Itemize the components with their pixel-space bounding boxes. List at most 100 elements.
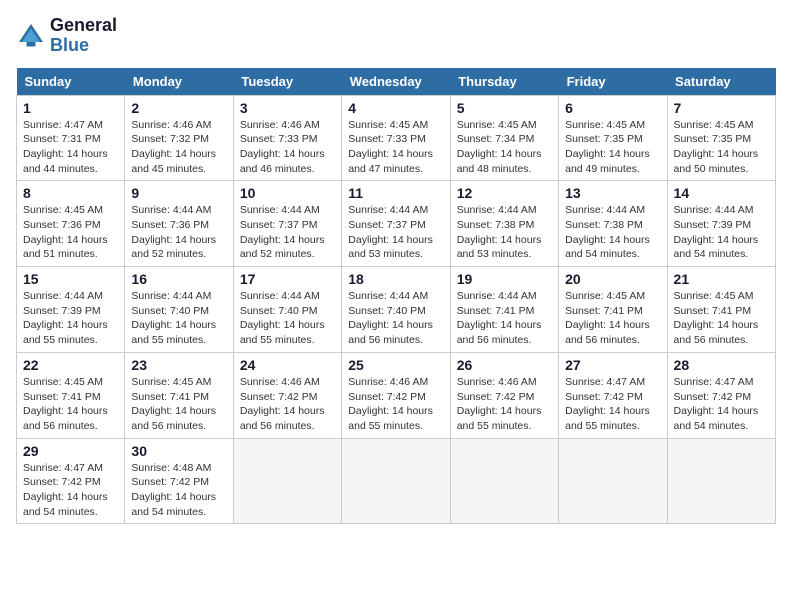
day-info: Sunrise: 4:44 AM Sunset: 7:38 PM Dayligh… (565, 203, 660, 262)
day-info: Sunrise: 4:44 AM Sunset: 7:38 PM Dayligh… (457, 203, 552, 262)
day-info: Sunrise: 4:44 AM Sunset: 7:40 PM Dayligh… (240, 289, 335, 348)
weekday-header-sunday: Sunday (17, 68, 125, 96)
day-info: Sunrise: 4:46 AM Sunset: 7:42 PM Dayligh… (240, 375, 335, 434)
day-number: 4 (348, 100, 443, 116)
day-info: Sunrise: 4:46 AM Sunset: 7:42 PM Dayligh… (457, 375, 552, 434)
day-number: 23 (131, 357, 226, 373)
logo-line2: Blue (50, 36, 117, 56)
calendar-cell: 6 Sunrise: 4:45 AM Sunset: 7:35 PM Daylig… (559, 95, 667, 181)
day-number: 11 (348, 185, 443, 201)
day-info: Sunrise: 4:46 AM Sunset: 7:33 PM Dayligh… (240, 118, 335, 177)
calendar-cell: 16 Sunrise: 4:44 AM Sunset: 7:40 PM Dayli… (125, 267, 233, 353)
day-info: Sunrise: 4:47 AM Sunset: 7:42 PM Dayligh… (23, 461, 118, 520)
day-info: Sunrise: 4:44 AM Sunset: 7:36 PM Dayligh… (131, 203, 226, 262)
day-number: 1 (23, 100, 118, 116)
day-number: 10 (240, 185, 335, 201)
day-info: Sunrise: 4:46 AM Sunset: 7:42 PM Dayligh… (348, 375, 443, 434)
calendar-week-2: 8Sunrise: 4:45 AM Sunset: 7:36 PM Daylig… (17, 181, 776, 267)
day-number: 6 (565, 100, 660, 116)
day-number: 28 (674, 357, 769, 373)
calendar-cell: 25 Sunrise: 4:46 AM Sunset: 7:42 PM Dayli… (342, 352, 450, 438)
day-number: 30 (131, 443, 226, 459)
calendar-table: SundayMondayTuesdayWednesdayThursdayFrid… (16, 68, 776, 525)
day-number: 20 (565, 271, 660, 287)
logo-line1: General (50, 16, 117, 36)
calendar-cell: 2Sunrise: 4:46 AM Sunset: 7:32 PM Daylig… (125, 95, 233, 181)
calendar-cell: 19 Sunrise: 4:44 AM Sunset: 7:41 PM Dayli… (450, 267, 558, 353)
calendar-cell: 22Sunrise: 4:45 AM Sunset: 7:41 PM Dayli… (17, 352, 125, 438)
weekday-header-wednesday: Wednesday (342, 68, 450, 96)
day-number: 21 (674, 271, 769, 287)
calendar-cell: 27 Sunrise: 4:47 AM Sunset: 7:42 PM Dayli… (559, 352, 667, 438)
calendar-cell (559, 438, 667, 524)
day-info: Sunrise: 4:45 AM Sunset: 7:34 PM Dayligh… (457, 118, 552, 177)
day-info: Sunrise: 4:44 AM Sunset: 7:40 PM Dayligh… (131, 289, 226, 348)
day-info: Sunrise: 4:44 AM Sunset: 7:40 PM Dayligh… (348, 289, 443, 348)
calendar-cell: 20 Sunrise: 4:45 AM Sunset: 7:41 PM Dayli… (559, 267, 667, 353)
calendar-week-5: 29 Sunrise: 4:47 AM Sunset: 7:42 PM Dayli… (17, 438, 776, 524)
calendar-week-3: 15Sunrise: 4:44 AM Sunset: 7:39 PM Dayli… (17, 267, 776, 353)
calendar-cell (450, 438, 558, 524)
day-number: 29 (23, 443, 118, 459)
day-number: 2 (131, 100, 226, 116)
calendar-week-1: 1 Sunrise: 4:47 AM Sunset: 7:31 PM Daylig… (17, 95, 776, 181)
weekday-header-saturday: Saturday (667, 68, 775, 96)
day-number: 12 (457, 185, 552, 201)
calendar-cell: 18 Sunrise: 4:44 AM Sunset: 7:40 PM Dayli… (342, 267, 450, 353)
calendar-cell: 15Sunrise: 4:44 AM Sunset: 7:39 PM Dayli… (17, 267, 125, 353)
weekday-header-friday: Friday (559, 68, 667, 96)
day-info: Sunrise: 4:45 AM Sunset: 7:41 PM Dayligh… (131, 375, 226, 434)
calendar-cell: 17 Sunrise: 4:44 AM Sunset: 7:40 PM Dayli… (233, 267, 341, 353)
calendar-week-4: 22Sunrise: 4:45 AM Sunset: 7:41 PM Dayli… (17, 352, 776, 438)
calendar-cell: 3 Sunrise: 4:46 AM Sunset: 7:33 PM Daylig… (233, 95, 341, 181)
day-number: 25 (348, 357, 443, 373)
calendar-cell (342, 438, 450, 524)
calendar-cell: 13 Sunrise: 4:44 AM Sunset: 7:38 PM Dayli… (559, 181, 667, 267)
day-info: Sunrise: 4:44 AM Sunset: 7:39 PM Dayligh… (674, 203, 769, 262)
day-number: 9 (131, 185, 226, 201)
calendar-cell: 24Sunrise: 4:46 AM Sunset: 7:42 PM Dayli… (233, 352, 341, 438)
day-number: 17 (240, 271, 335, 287)
day-info: Sunrise: 4:44 AM Sunset: 7:37 PM Dayligh… (240, 203, 335, 262)
day-number: 5 (457, 100, 552, 116)
logo-icon (16, 21, 46, 51)
calendar-cell: 7Sunrise: 4:45 AM Sunset: 7:35 PM Daylig… (667, 95, 775, 181)
calendar-cell (667, 438, 775, 524)
page-header: General Blue (16, 16, 776, 56)
day-info: Sunrise: 4:44 AM Sunset: 7:41 PM Dayligh… (457, 289, 552, 348)
logo: General Blue (16, 16, 117, 56)
calendar-cell: 11Sunrise: 4:44 AM Sunset: 7:37 PM Dayli… (342, 181, 450, 267)
calendar-cell: 4 Sunrise: 4:45 AM Sunset: 7:33 PM Daylig… (342, 95, 450, 181)
day-info: Sunrise: 4:45 AM Sunset: 7:35 PM Dayligh… (565, 118, 660, 177)
day-number: 14 (674, 185, 769, 201)
calendar-cell: 8Sunrise: 4:45 AM Sunset: 7:36 PM Daylig… (17, 181, 125, 267)
day-info: Sunrise: 4:47 AM Sunset: 7:42 PM Dayligh… (565, 375, 660, 434)
day-number: 3 (240, 100, 335, 116)
calendar-cell: 5 Sunrise: 4:45 AM Sunset: 7:34 PM Daylig… (450, 95, 558, 181)
calendar-cell: 21 Sunrise: 4:45 AM Sunset: 7:41 PM Dayli… (667, 267, 775, 353)
calendar-cell (233, 438, 341, 524)
day-number: 16 (131, 271, 226, 287)
day-number: 27 (565, 357, 660, 373)
day-info: Sunrise: 4:45 AM Sunset: 7:41 PM Dayligh… (674, 289, 769, 348)
day-info: Sunrise: 4:45 AM Sunset: 7:33 PM Dayligh… (348, 118, 443, 177)
calendar-cell: 23 Sunrise: 4:45 AM Sunset: 7:41 PM Dayli… (125, 352, 233, 438)
calendar-cell: 26 Sunrise: 4:46 AM Sunset: 7:42 PM Dayli… (450, 352, 558, 438)
day-info: Sunrise: 4:47 AM Sunset: 7:31 PM Dayligh… (23, 118, 118, 177)
day-info: Sunrise: 4:47 AM Sunset: 7:42 PM Dayligh… (674, 375, 769, 434)
day-number: 15 (23, 271, 118, 287)
calendar-cell: 29 Sunrise: 4:47 AM Sunset: 7:42 PM Dayli… (17, 438, 125, 524)
day-number: 13 (565, 185, 660, 201)
calendar-cell: 30 Sunrise: 4:48 AM Sunset: 7:42 PM Dayli… (125, 438, 233, 524)
calendar-cell: 1 Sunrise: 4:47 AM Sunset: 7:31 PM Daylig… (17, 95, 125, 181)
day-info: Sunrise: 4:45 AM Sunset: 7:41 PM Dayligh… (565, 289, 660, 348)
day-info: Sunrise: 4:45 AM Sunset: 7:41 PM Dayligh… (23, 375, 118, 434)
day-number: 19 (457, 271, 552, 287)
day-info: Sunrise: 4:48 AM Sunset: 7:42 PM Dayligh… (131, 461, 226, 520)
day-number: 26 (457, 357, 552, 373)
calendar-cell: 12 Sunrise: 4:44 AM Sunset: 7:38 PM Dayli… (450, 181, 558, 267)
day-number: 18 (348, 271, 443, 287)
weekday-header-thursday: Thursday (450, 68, 558, 96)
weekday-header-tuesday: Tuesday (233, 68, 341, 96)
calendar-cell: 14 Sunrise: 4:44 AM Sunset: 7:39 PM Dayli… (667, 181, 775, 267)
